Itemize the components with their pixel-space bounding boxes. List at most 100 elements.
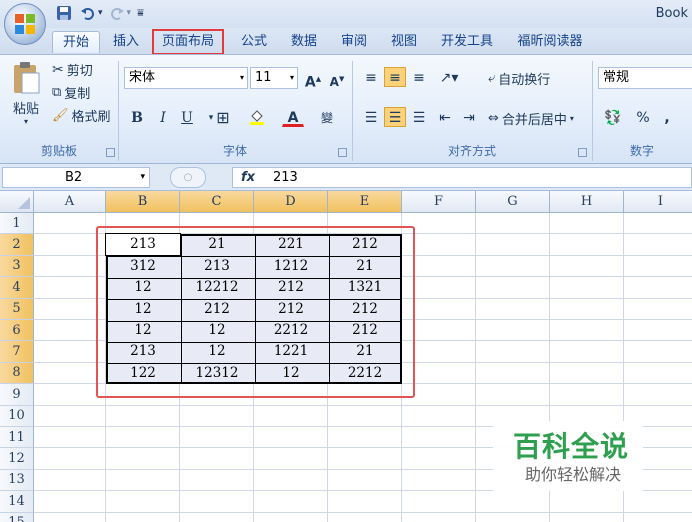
paste-label: 粘贴	[12, 102, 39, 117]
font-size-select[interactable]: 11 ▾	[250, 67, 298, 89]
align-bottom-icon[interactable]: ≡	[408, 67, 430, 87]
column-header-g[interactable]: G	[476, 191, 550, 213]
row-header-8[interactable]: 8	[0, 362, 34, 385]
name-box[interactable]: B2 ▾	[2, 167, 150, 188]
fill-bucket-icon	[250, 110, 264, 125]
align-center-icon[interactable]: ☰	[384, 107, 406, 127]
formula-input[interactable]: fx 213	[232, 167, 692, 188]
wrap-text-button[interactable]: ⤶ 自动换行	[488, 69, 550, 88]
office-button[interactable]	[4, 3, 46, 45]
column-header-d[interactable]: D	[254, 191, 328, 213]
tab-view[interactable]: 视图	[384, 31, 424, 53]
merge-center-button[interactable]: ⇔ 合并后居中 ▾	[488, 109, 574, 128]
column-header-f[interactable]: F	[402, 191, 476, 213]
font-group-label: 字体	[222, 144, 247, 158]
chevron-down-icon[interactable]: ▾	[140, 168, 145, 187]
column-header-a[interactable]: A	[34, 191, 106, 213]
alignment-group-label: 对齐方式	[447, 144, 496, 158]
row-header-9[interactable]: 9	[0, 384, 34, 406]
paste-dropdown-icon[interactable]: ▾	[6, 117, 46, 126]
currency-icon[interactable]: 💱	[598, 107, 628, 127]
redo-icon[interactable]	[109, 5, 125, 21]
tab-data[interactable]: 数据	[284, 31, 324, 53]
comma-button[interactable]: ,	[656, 107, 678, 127]
row-header-5[interactable]: 5	[0, 298, 34, 320]
tab-review[interactable]: 审阅	[334, 31, 374, 53]
shrink-font-button[interactable]: A▼	[326, 68, 348, 89]
ribbon: 粘贴 ▾ ✂ 剪切 ⧉ 复制 🖌 格式刷 剪贴板 宋体 ▾ 11 ▾ A▲ A▼ B …	[0, 54, 692, 164]
row-header-14[interactable]: 14	[0, 491, 34, 513]
grow-font-button[interactable]: A▲	[302, 68, 324, 91]
undo-dropdown-icon[interactable]: ▾	[98, 8, 103, 18]
formula-value: 213	[273, 170, 298, 185]
worksheet-grid[interactable]: ABCDEFGHI 123456789101112131415 21321221…	[0, 191, 692, 522]
ribbon-tabs: 开始 插入 页面布局 公式 数据 审阅 视图 开发工具 福昕阅读器	[0, 28, 692, 55]
percent-button[interactable]: %	[632, 107, 654, 127]
tab-insert[interactable]: 插入	[106, 31, 146, 53]
merge-icon: ⇔	[488, 111, 499, 126]
align-top-icon[interactable]: ≡	[360, 67, 382, 87]
merge-center-label: 合并后居中	[501, 113, 567, 128]
phonetic-icon[interactable]: 變	[316, 107, 338, 127]
row-header-11[interactable]: 11	[0, 427, 34, 449]
row-header-2[interactable]: 2	[0, 234, 34, 256]
decrease-indent-icon[interactable]: ⇤	[434, 107, 456, 127]
orientation-icon[interactable]: ↗▾	[434, 67, 464, 87]
select-all-corner[interactable]	[0, 191, 34, 213]
column-header-e[interactable]: E	[328, 191, 402, 213]
row-header-1[interactable]: 1	[0, 213, 34, 235]
column-header-b[interactable]: B	[106, 191, 180, 213]
increase-indent-icon[interactable]: ⇥	[458, 107, 480, 127]
number-format-value: 常规	[603, 70, 630, 85]
title-bar: ▾ ▾ ⩸ Book	[0, 0, 692, 28]
align-left-icon[interactable]: ☰	[360, 107, 382, 127]
paste-button[interactable]: 粘贴 ▾	[6, 61, 46, 131]
wrap-text-icon: ⤶	[488, 71, 496, 86]
redo-dropdown-icon[interactable]: ▾	[127, 8, 132, 18]
bold-button[interactable]: B	[126, 107, 148, 127]
tab-home[interactable]: 开始	[52, 31, 100, 53]
row-header-4[interactable]: 4	[0, 277, 34, 299]
row-header-12[interactable]: 12	[0, 448, 34, 470]
font-launcher-icon[interactable]	[338, 148, 347, 157]
number-format-select[interactable]: 常规	[598, 67, 692, 89]
customize-qat-icon[interactable]: ⩸	[137, 6, 144, 20]
format-painter-label: 格式刷	[71, 110, 111, 125]
fill-color-button[interactable]	[246, 107, 268, 127]
tab-developer[interactable]: 开发工具	[434, 31, 500, 53]
row-header-10[interactable]: 10	[0, 405, 34, 427]
row-header-3[interactable]: 3	[0, 255, 34, 278]
watermark: 百科全说 助你轻松解决	[493, 421, 643, 491]
column-header-i[interactable]: I	[624, 191, 692, 213]
undo-icon[interactable]	[80, 5, 96, 21]
tab-foxit-reader[interactable]: 福昕阅读器	[508, 31, 592, 53]
scissors-icon: ✂	[52, 61, 64, 78]
font-color-button[interactable]: A	[282, 107, 304, 127]
alignment-launcher-icon[interactable]	[578, 148, 587, 157]
align-middle-icon[interactable]: ≡	[384, 67, 406, 87]
save-icon[interactable]	[56, 5, 72, 21]
cut-button[interactable]: ✂ 剪切	[52, 60, 93, 80]
formula-bar: B2 ▾ ○ fx 213	[0, 164, 692, 191]
format-painter-button[interactable]: 🖌 格式刷	[52, 106, 111, 125]
tab-formulas[interactable]: 公式	[234, 31, 274, 53]
italic-button[interactable]: I	[152, 107, 174, 127]
align-right-icon[interactable]: ☰	[408, 107, 430, 127]
copy-button[interactable]: ⧉ 复制	[52, 83, 90, 102]
fx-icon[interactable]: fx	[241, 168, 255, 187]
font-name-select[interactable]: 宋体 ▾	[124, 67, 248, 89]
formula-bar-resize-handle[interactable]: ○	[170, 167, 206, 188]
clipboard-launcher-icon[interactable]	[106, 148, 115, 157]
row-header-15[interactable]: 15	[0, 512, 34, 522]
row-header-7[interactable]: 7	[0, 341, 34, 363]
tab-page-layout[interactable]: 页面布局	[152, 29, 224, 55]
row-header-6[interactable]: 6	[0, 320, 34, 342]
grow-font-glyph: A	[304, 74, 316, 91]
column-header-h[interactable]: H	[550, 191, 624, 213]
borders-icon[interactable]: ⊞	[212, 107, 234, 127]
wrap-text-label: 自动换行	[498, 73, 551, 88]
underline-button[interactable]: U	[176, 107, 198, 127]
column-header-c[interactable]: C	[180, 191, 254, 213]
row-header-13[interactable]: 13	[0, 469, 34, 492]
highlight-box	[96, 226, 415, 398]
